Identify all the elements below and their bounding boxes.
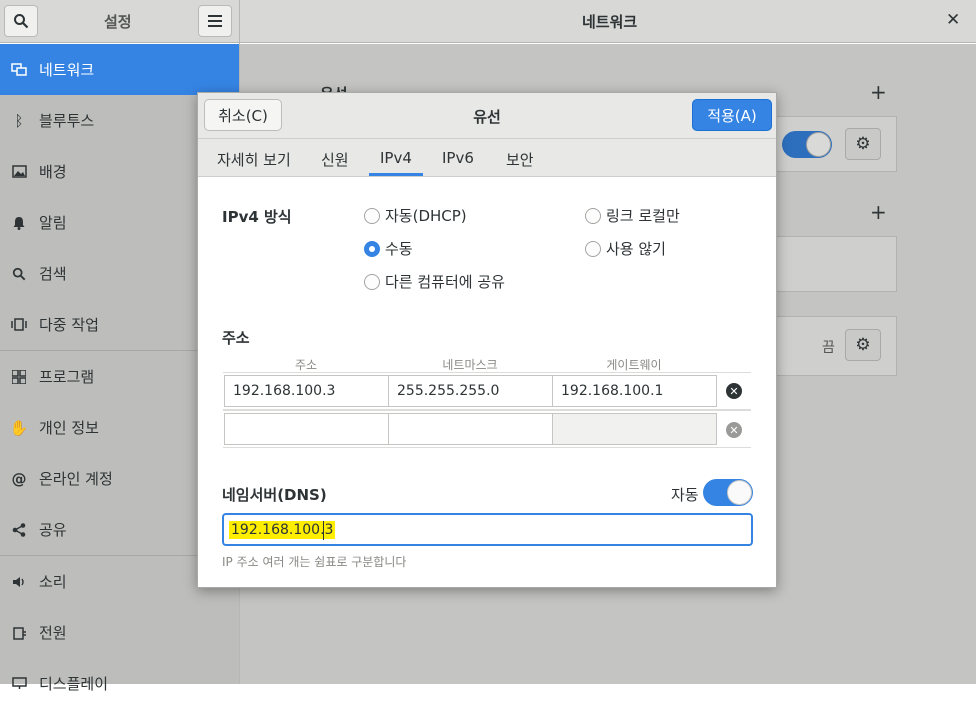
wired-settings-button[interactable]: ⚙ (845, 128, 881, 160)
tab-security[interactable]: 보안 (506, 149, 534, 170)
ipv4-method-label: IPv4 방식 (222, 208, 292, 226)
vpn-card (776, 236, 897, 292)
sidebar-item-network[interactable]: 네트워크 (0, 44, 239, 95)
at-icon: @ (11, 469, 27, 488)
column-header-address: 주소 (294, 358, 318, 372)
radio-link-local[interactable]: 링크 로컬만 (585, 205, 680, 226)
dialog-tabs: 자세히 보기 신원 IPv4 IPv6 보안 (198, 139, 776, 177)
remove-row-icon[interactable]: ✕ (726, 383, 742, 399)
settings-headerbar: 설정 (0, 0, 239, 43)
bell-icon (10, 214, 28, 232)
settings-title: 설정 (104, 13, 132, 31)
add-wired-icon[interactable]: + (870, 80, 887, 104)
address-field[interactable] (224, 413, 389, 445)
background-icon (10, 163, 28, 181)
addresses-label: 주소 (222, 329, 250, 347)
add-vpn-icon[interactable]: + (870, 200, 887, 224)
dialog-headerbar: 취소(C) 유선 적용(A) (198, 93, 776, 139)
speaker-icon (10, 573, 28, 591)
search-button[interactable] (4, 5, 38, 37)
radio-auto-dhcp[interactable]: 자동(DHCP) (364, 205, 467, 226)
gear-icon: ⚙ (855, 335, 871, 355)
apps-grid-icon (10, 368, 28, 386)
tab-identity[interactable]: 신원 (321, 149, 349, 170)
proxy-card: 끔 ⚙ (776, 316, 897, 376)
dialog-title: 유선 (473, 108, 501, 126)
tab-ipv6[interactable]: IPv6 (442, 149, 474, 167)
active-tab-indicator (369, 173, 423, 176)
dns-input-value: 192.168.100.3 (229, 521, 336, 539)
radio-manual[interactable]: 수동 (364, 238, 413, 259)
dns-label: 네임서버(DNS) (222, 486, 327, 504)
multitasking-icon (10, 316, 28, 334)
address-field[interactable]: 192.168.100.3 (224, 375, 389, 407)
proxy-settings-button[interactable]: ⚙ (845, 329, 881, 361)
radio-circle (364, 273, 380, 290)
search-icon (10, 265, 28, 283)
column-header-gateway: 게이트웨이 (606, 358, 662, 372)
radio-shared[interactable]: 다른 컴퓨터에 공유 (364, 271, 505, 292)
tab-details[interactable]: 자세히 보기 (217, 149, 291, 170)
network-icon (10, 61, 28, 79)
sidebar-item-power[interactable]: 전원 (0, 607, 239, 658)
radio-disable[interactable]: 사용 않기 (585, 238, 666, 259)
bluetooth-icon: ᛒ (14, 111, 24, 130)
gear-icon: ⚙ (855, 134, 871, 154)
power-icon (10, 624, 28, 642)
page-title: 네트워크 (582, 13, 638, 31)
gateway-field (552, 413, 717, 445)
netmask-field[interactable]: 255.255.255.0 (388, 375, 553, 407)
network-headerbar: 네트워크 ✕ (240, 0, 976, 43)
dns-auto-toggle[interactable] (703, 479, 753, 506)
proxy-status: 끔 (822, 340, 835, 356)
remove-row-icon: ✕ (726, 422, 742, 438)
close-icon[interactable]: ✕ (946, 10, 960, 30)
hand-icon: ✋ (9, 418, 29, 437)
column-header-netmask: 네트마스크 (442, 358, 498, 372)
netmask-field[interactable] (388, 413, 553, 445)
tab-ipv4[interactable]: IPv4 (380, 149, 412, 167)
gateway-field[interactable]: 192.168.100.1 (552, 375, 717, 407)
wired-connection-card: ⚙ (776, 116, 897, 172)
radio-circle (585, 207, 601, 224)
wired-toggle[interactable] (782, 131, 832, 158)
search-icon (14, 14, 29, 29)
dns-auto-label: 자동 (671, 486, 699, 504)
dns-hint: IP 주소 여러 개는 쉼표로 구분합니다 (222, 555, 407, 569)
radio-circle-selected (364, 240, 380, 257)
dns-input[interactable]: 192.168.100.3 (222, 513, 753, 546)
share-icon (10, 521, 28, 539)
menu-button[interactable] (198, 5, 232, 37)
text-caret (323, 521, 324, 540)
radio-circle (364, 207, 380, 224)
hamburger-menu-icon (208, 15, 222, 27)
wired-heading: 유선 (320, 83, 348, 92)
wired-settings-dialog: 취소(C) 유선 적용(A) 자세히 보기 신원 IPv4 IPv6 보안 IP… (197, 92, 777, 588)
apply-button[interactable]: 적용(A) (692, 99, 772, 131)
radio-circle (585, 240, 601, 257)
toggle-knob (727, 480, 752, 505)
